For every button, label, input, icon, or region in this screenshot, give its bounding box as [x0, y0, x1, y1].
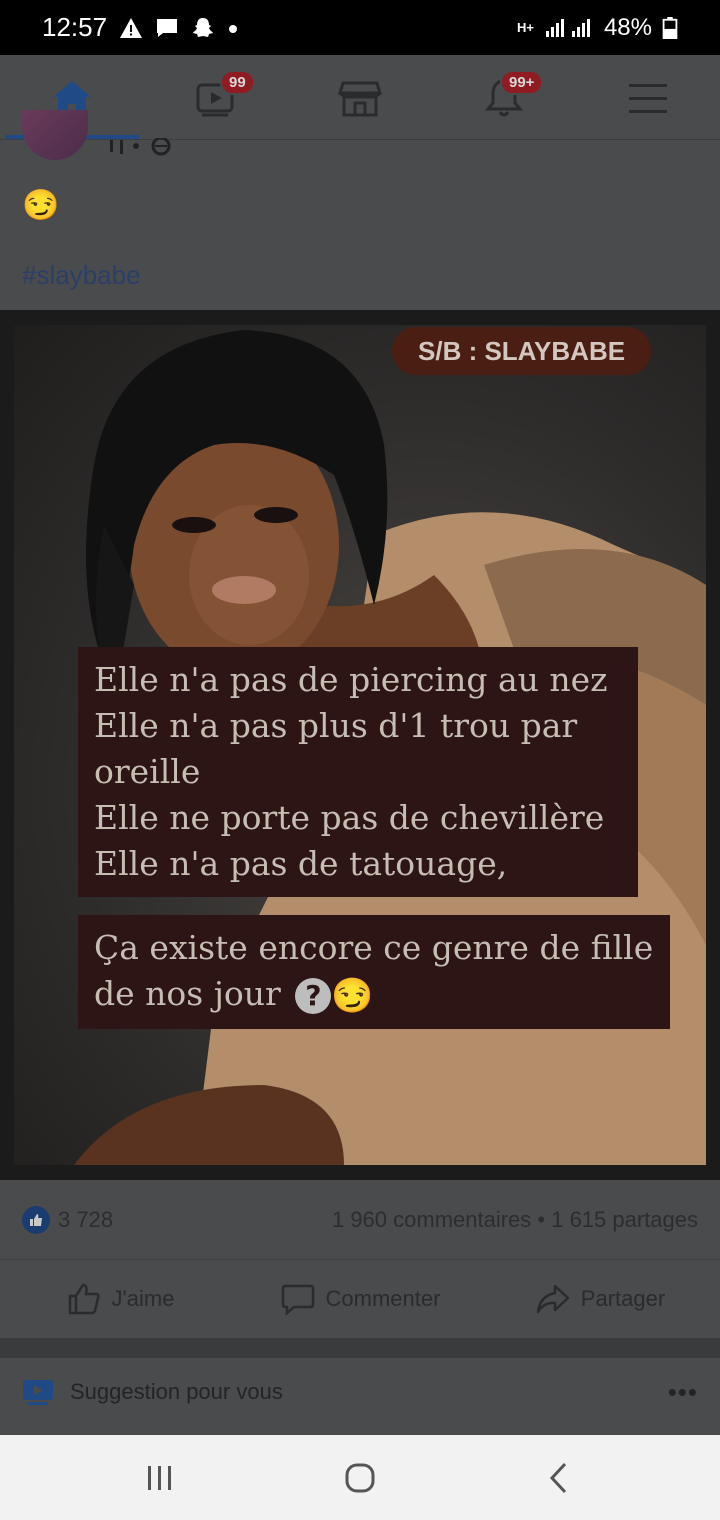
post-image[interactable]: S/B : SLAYBABE Elle n'a pas de piercing … [0, 310, 720, 1180]
more-options-icon[interactable]: ••• [668, 1377, 698, 1408]
facebook-app: 99 99+ 😏 #slaybabe S/B: SLAYBABE Elle n… [0, 55, 720, 1435]
back-icon[interactable] [540, 1458, 580, 1498]
signal-icon [545, 18, 590, 37]
share-icon [536, 1284, 570, 1314]
notifications-badge: 99+ [500, 70, 544, 95]
likes-count[interactable]: 3 728 [58, 1207, 113, 1233]
comment-label: Commenter [325, 1286, 441, 1311]
recent-apps-icon[interactable] [140, 1458, 180, 1498]
status-bar: 12:57 H+ 48% [0, 0, 720, 55]
post-actions: J'aime Commenter Partager [0, 1260, 720, 1338]
suggestion-label: Suggestion pour vous [70, 1379, 283, 1404]
caption-line: oreille [94, 752, 201, 791]
tab-watch[interactable]: 99 [144, 55, 288, 140]
warning-icon [120, 17, 143, 38]
hamburger-icon [629, 83, 667, 113]
image-caption-question: Ça existe encore ce genre de fille de no… [78, 915, 670, 1029]
caption-line: Elle ne porte pas de chevillère [94, 798, 605, 837]
home-button-icon[interactable] [340, 1458, 380, 1498]
post-text-emoji: 😏 [22, 189, 60, 222]
comment-button[interactable]: Commenter [240, 1281, 480, 1317]
battery-percent: 48% [603, 13, 652, 41]
image-caption-main: Elle n'a pas de piercing au nez Elle n'a… [78, 647, 638, 897]
hashtag-link[interactable]: #slaybabe [22, 260, 141, 291]
caption-line: Elle n'a pas de tatouage, [94, 844, 508, 883]
watch-suggestion-icon [23, 1380, 53, 1405]
post-meta [106, 136, 176, 164]
watch-badge: 99 [220, 70, 255, 95]
like-reaction-icon [22, 1205, 50, 1234]
post-header: 😏 #slaybabe [0, 110, 720, 310]
question-mark-icon: ? [295, 978, 332, 1014]
top-nav-bar: 99 99+ [0, 55, 720, 140]
caption-text: de nos jour [94, 974, 281, 1013]
tab-menu[interactable] [576, 55, 720, 140]
suggestion-header: Suggestion pour vous ••• [0, 1358, 720, 1426]
caption-line: Ça existe encore ce genre de fille [94, 928, 654, 967]
smirk-emoji: 😏 [331, 976, 374, 1016]
battery-icon [662, 16, 678, 39]
tab-marketplace[interactable] [288, 55, 432, 140]
caption-line: Elle n'a pas de piercing au nez [94, 660, 608, 699]
feed-separator [0, 1338, 720, 1358]
share-button[interactable]: Partager [480, 1281, 720, 1317]
post-stats: 3 728 1 960 commentaires • 1 615 partage… [0, 1180, 720, 1260]
caption-line: Elle n'a pas plus d'1 trou par [94, 706, 578, 745]
comments-shares-count[interactable]: 1 960 commentaires • 1 615 partages [332, 1207, 698, 1233]
status-time: 12:57 [42, 12, 108, 42]
tab-notifications[interactable]: 99+ [432, 55, 576, 140]
globe-icon [110, 136, 171, 156]
like-label: J'aime [111, 1286, 175, 1311]
caption-line-last: de nos jour ? 😏 [94, 971, 654, 1019]
avatar[interactable] [22, 110, 88, 160]
android-nav-bar [0, 1435, 720, 1520]
snapchat-icon [193, 17, 214, 37]
like-button[interactable]: J'aime [0, 1281, 240, 1317]
network-type: H+ [516, 19, 534, 35]
thumbs-up-icon [68, 1283, 100, 1315]
dot-icon [229, 24, 238, 33]
chat-icon [157, 18, 178, 37]
store-icon [337, 81, 383, 116]
comment-icon [281, 1284, 314, 1316]
share-label: Partager [580, 1286, 666, 1311]
image-watermark-label: S/B : SLAYBABE [392, 327, 652, 375]
